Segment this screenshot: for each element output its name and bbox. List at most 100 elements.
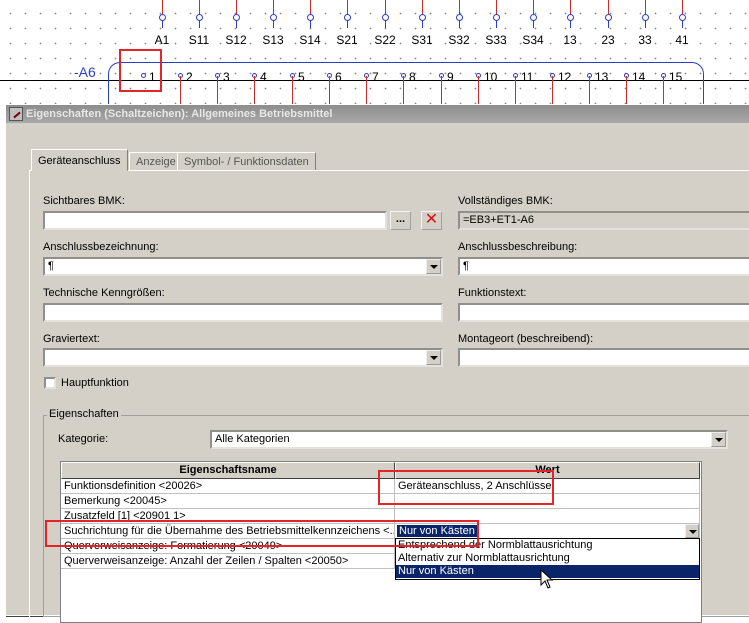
terminal-label: 10 [484,70,498,84]
terminal-label: 9 [447,70,454,84]
terminal-label: 8 [409,70,416,84]
anschlussbeschreibung-select[interactable]: ¶ [458,257,749,276]
dialog-titlebar[interactable]: Eigenschaften (Schaltzeichen): Allgemein… [6,105,749,123]
terminal-label: 2 [186,70,193,84]
top-pin-label: S14 [299,33,321,47]
clear-icon[interactable]: ✕ [421,211,442,230]
pin-stem [645,21,646,28]
pin-stem [459,21,460,28]
pin-connector-icon [530,14,537,21]
device-tag: -A6 [74,64,96,80]
anschlussbeschreibung-value: ¶ [463,260,469,272]
hauptfunktion-checkbox[interactable] [44,377,56,389]
graviertext-select[interactable] [43,348,443,367]
pin-stem [385,21,386,28]
tab-geraeteanschluss[interactable]: Geräteanschluss [31,149,128,171]
pin-stem [310,21,311,28]
pin-connector-icon [382,14,389,21]
top-pin-label: S33 [485,33,507,47]
pin-connector-icon [679,14,686,21]
terminal-label: 7 [372,70,379,84]
terminal-label: 12 [558,70,572,84]
pin-connector-icon [344,14,351,21]
top-pin-label: 23 [601,33,615,47]
top-pin-label: 13 [563,33,577,47]
pin-stem [570,21,571,28]
top-pin-label: S32 [448,33,470,47]
pin-connector-icon [493,14,500,21]
chevron-down-icon[interactable] [711,432,726,447]
chevron-down-icon[interactable] [685,524,699,538]
terminal-label: 3 [223,70,230,84]
pin-connector-icon [419,14,426,21]
top-pin-label: S21 [336,33,358,47]
hauptfunktion-label: Hauptfunktion [61,377,129,389]
tab-symbol-funktionsdaten[interactable]: Symbol- / Funktionsdaten [177,152,316,171]
terminal-label: 11 [521,70,534,84]
top-pin-label: 41 [675,33,689,47]
montageort-label: Montageort (beschreibend): [458,333,594,345]
pin-stem [533,21,534,28]
anschlussbezeichnung-value: ¶ [48,260,54,272]
technische-kenngroessen-input[interactable] [43,303,443,322]
row-name-funktionsdefinition[interactable]: Funktionsdefinition <20026> [61,479,395,494]
pin-connector-icon [567,14,574,21]
vollstaendiges-bmk-label: Vollständiges BMK: [458,195,553,207]
top-pin-label: S13 [262,33,284,47]
dialog-title: Eigenschaften (Schaltzeichen): Allgemein… [26,108,333,120]
chevron-down-icon[interactable] [426,350,441,365]
terminal-label: 14 [632,70,646,84]
pin-stem [682,21,683,28]
terminal-label: 13 [595,70,609,84]
funktionstext-label: Funktionstext: [458,287,527,299]
pin-stem [608,21,609,28]
dropdown-option[interactable]: Alternativ zur Normblattausrichtung [396,552,699,565]
sichtbares-bmk-input[interactable] [43,211,387,230]
pin-stem [273,21,274,28]
top-pin-label: S34 [522,33,544,47]
pin-connector-icon [159,14,166,21]
terminal-label: 4 [260,70,267,84]
schematic-canvas: A1 S11 S12 S13 S14 S21 S22 S31 S32 S33 S34 13 23 33 41… [0,0,749,110]
highlight-funktionsdefinition-value [378,470,554,505]
pin-stem [347,21,348,28]
kategorie-select[interactable]: Alle Kategorien [210,430,728,449]
top-pin-label: 33 [638,33,652,47]
pin-stem [496,21,497,28]
anschlussbezeichnung-label: Anschlussbezeichnung: [43,241,159,253]
mouse-pointer-icon [540,569,554,589]
pin-connector-icon [233,14,240,21]
kategorie-value: Alle Kategorien [215,433,290,445]
montageort-select[interactable] [458,348,749,367]
pin-connector-icon [605,14,612,21]
top-pin-label: S22 [374,33,396,47]
top-pin-label: S31 [411,33,433,47]
pin-stem [162,21,163,28]
row-name-querverweis-anzahl[interactable]: Querverweisanzeige: Anzahl der Zeilen / … [61,554,395,569]
anschlussbeschreibung-label: Anschlussbeschreibung: [458,241,578,253]
vollstaendiges-bmk-field: =EB3+ET1-A6 [458,211,749,230]
eigenschaften-group-label: Eigenschaften [47,408,121,420]
tab-anzeige[interactable]: Anzeige [129,152,183,171]
funktionstext-input[interactable] [458,303,749,322]
column-header-eigenschaftsname[interactable]: Eigenschaftsname [61,462,395,479]
pin-stem [236,21,237,28]
chevron-down-icon[interactable] [426,259,441,274]
anschlussbezeichnung-select[interactable]: ¶ [43,257,443,276]
row-name-bemerkung[interactable]: Bemerkung <20045> [61,494,395,509]
pin-connector-icon [270,14,277,21]
pin-connector-icon [196,14,203,21]
app-icon [9,107,23,121]
pin-stem [422,21,423,28]
technische-kenngroessen-label: Technische Kenngrößen: [43,287,165,299]
terminal-label: 5 [298,70,305,84]
browse-button[interactable]: ... [390,211,411,230]
terminal-label: 6 [335,70,342,84]
highlight-terminal-1 [119,49,162,92]
top-pin-label: S12 [225,33,247,47]
pin-connector-icon [642,14,649,21]
graviertext-label: Graviertext: [43,333,100,345]
pin-stem [199,21,200,28]
terminal-label: 15 [669,70,683,84]
kategorie-label: Kategorie: [58,433,109,445]
